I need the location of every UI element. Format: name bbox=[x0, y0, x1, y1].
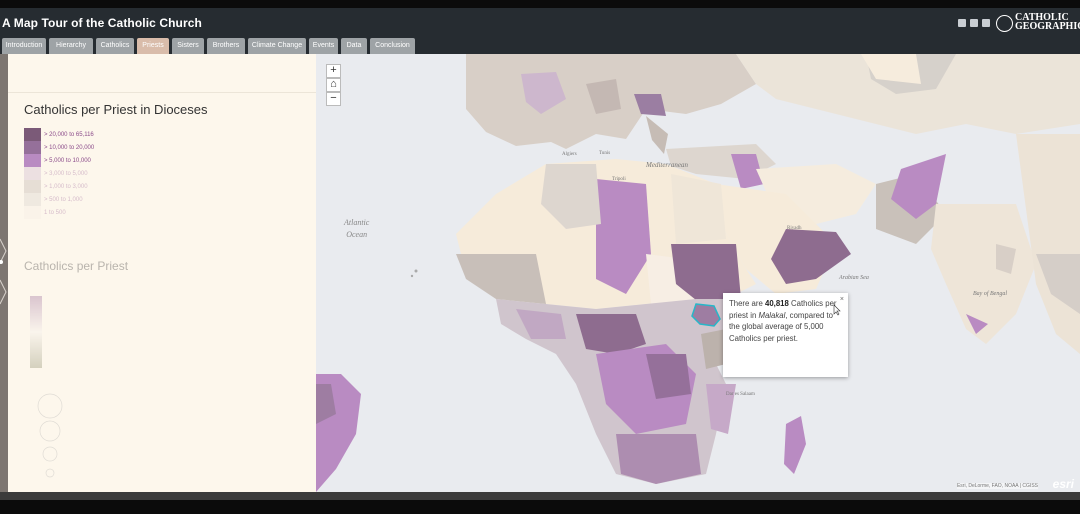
legend-label: 1 to 500 bbox=[44, 209, 66, 216]
app-header: A Map Tour of the Catholic Church CATHOL… bbox=[0, 8, 1080, 38]
legend-item: 1 to 500 bbox=[24, 206, 94, 219]
bottom-bar bbox=[0, 492, 1080, 500]
tab-conclusion[interactable]: Conclusion bbox=[370, 38, 415, 54]
link-icon[interactable] bbox=[982, 19, 990, 27]
legend-label: > 1,000 to 3,000 bbox=[44, 183, 88, 190]
map-label-atlantic-ocean: Atlantic Ocean bbox=[344, 217, 369, 241]
app-title: A Map Tour of the Catholic Church bbox=[2, 16, 202, 30]
legend-panel: Catholics per Priest in Dioceses > 20,00… bbox=[8, 54, 316, 492]
legend-swatch bbox=[24, 167, 41, 180]
esri-logo[interactable]: esri bbox=[1053, 477, 1074, 491]
tab-events[interactable]: Events bbox=[309, 38, 338, 54]
legend-swatch bbox=[24, 154, 41, 167]
tab-sisters[interactable]: Sisters bbox=[172, 38, 204, 54]
legend-label: > 20,000 to 65,116 bbox=[44, 131, 94, 138]
legend-item: > 500 to 1,000 bbox=[24, 193, 94, 206]
popup-place: Malakal bbox=[758, 310, 786, 320]
faded-legend-title: Catholics per Priest bbox=[24, 259, 129, 273]
twitter-icon[interactable] bbox=[970, 19, 978, 27]
legend-swatch bbox=[24, 128, 41, 141]
tab-hierarchy[interactable]: Hierarchy bbox=[49, 38, 93, 54]
tab-bar: Introduction Hierarchy Catholics Priests… bbox=[0, 38, 1080, 54]
map-label-mediterranean: Mediterranean bbox=[646, 161, 688, 169]
tab-catholics[interactable]: Catholics bbox=[96, 38, 134, 54]
screen-frame-top bbox=[0, 0, 1080, 8]
mouse-cursor-icon bbox=[833, 304, 841, 316]
panel-scroll-dots bbox=[0, 238, 7, 305]
tab-introduction[interactable]: Introduction bbox=[2, 38, 46, 54]
social-links bbox=[958, 19, 990, 27]
map-label-tripoli: Tripoli bbox=[612, 177, 626, 182]
map-label-bay-of-bengal: Bay of Bengal bbox=[973, 291, 1007, 297]
map-label-riyadh: Riyadh bbox=[787, 226, 802, 231]
logo-globe-icon bbox=[996, 15, 1013, 32]
map-label-arabian-sea: Arabian Sea bbox=[839, 275, 869, 281]
legend: > 20,000 to 65,116 > 10,000 to 20,000 > … bbox=[24, 128, 94, 219]
zoom-in-button[interactable]: + bbox=[326, 64, 341, 78]
facebook-icon[interactable] bbox=[958, 19, 966, 27]
legend-swatch bbox=[24, 180, 41, 193]
legend-title: Catholics per Priest in Dioceses bbox=[24, 102, 208, 117]
info-popup: × There are 40,818 Catholics per priest … bbox=[723, 293, 848, 377]
legend-item: > 5,000 to 10,000 bbox=[24, 154, 94, 167]
map-label-algiers: Algiers bbox=[562, 152, 577, 157]
legend-label: > 10,000 to 20,000 bbox=[44, 144, 95, 151]
legend-swatch bbox=[24, 193, 41, 206]
map-label-dar-es-salaam: Dar es Salaam bbox=[726, 392, 755, 397]
faded-legend-graphics bbox=[28, 284, 148, 484]
tab-climate-change[interactable]: Climate Change bbox=[248, 38, 306, 54]
legend-label: > 3,000 to 5,000 bbox=[44, 170, 88, 177]
legend-label: > 5,000 to 10,000 bbox=[44, 157, 91, 164]
choropleth-map[interactable] bbox=[316, 54, 1080, 492]
catholic-geographic-logo[interactable]: CATHOLIC GEOGRAPHIC bbox=[996, 12, 1080, 34]
tab-priests[interactable]: Priests bbox=[137, 38, 169, 54]
legend-item: > 10,000 to 20,000 bbox=[24, 141, 94, 154]
legend-item: > 20,000 to 65,116 bbox=[24, 128, 94, 141]
map-label-tunis: Tunis bbox=[599, 151, 611, 156]
popup-text-pre: There are bbox=[729, 299, 765, 308]
legend-swatch bbox=[24, 141, 41, 154]
logo-line2: GEOGRAPHIC bbox=[1015, 21, 1080, 32]
legend-item: > 1,000 to 3,000 bbox=[24, 180, 94, 193]
map-attribution[interactable]: Esri, DeLorme, FAO, NOAA | CGISS bbox=[956, 483, 1038, 489]
ocean-line1: Atlantic bbox=[344, 218, 370, 227]
side-panel-edge bbox=[0, 54, 8, 492]
legend-item: > 3,000 to 5,000 bbox=[24, 167, 94, 180]
ocean-line2: Ocean bbox=[346, 230, 368, 239]
legend-panel-header bbox=[8, 54, 316, 93]
tab-brothers[interactable]: Brothers bbox=[207, 38, 245, 54]
popup-value: 40,818 bbox=[764, 299, 789, 308]
zoom-out-button[interactable]: − bbox=[326, 92, 341, 106]
legend-swatch bbox=[24, 206, 41, 219]
tab-data[interactable]: Data bbox=[341, 38, 367, 54]
home-button[interactable]: ⌂ bbox=[326, 78, 341, 92]
screen-frame-bottom bbox=[0, 500, 1080, 514]
legend-label: > 500 to 1,000 bbox=[44, 196, 83, 203]
map-view[interactable]: + ⌂ − Algiers Tunis Mediterranean Tripol… bbox=[316, 54, 1080, 492]
